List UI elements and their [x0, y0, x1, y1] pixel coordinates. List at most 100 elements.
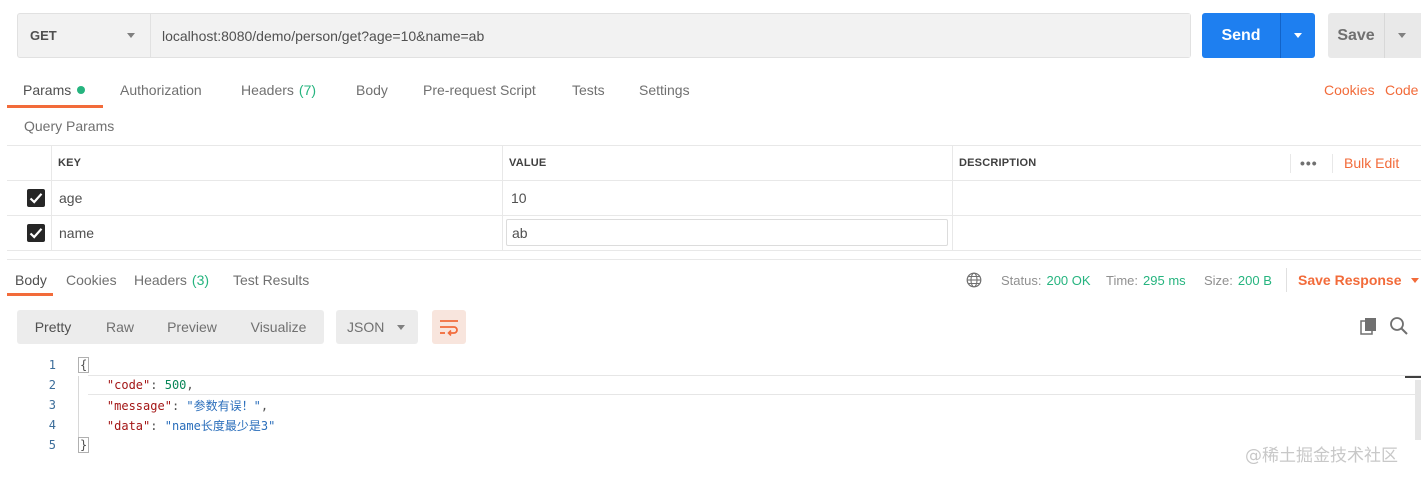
- request-tabs: Params Authorization Headers (7) Body Pr…: [0, 72, 1421, 108]
- save-button[interactable]: Save: [1328, 13, 1421, 58]
- line-number: 1: [48, 358, 56, 372]
- time-label: Time:: [1106, 272, 1139, 288]
- param-value[interactable]: 10: [511, 181, 527, 215]
- chevron-down-icon: [1410, 277, 1419, 283]
- time-value: 295 ms: [1143, 272, 1186, 288]
- chevron-down-icon: [397, 325, 405, 330]
- column-divider: [502, 146, 503, 180]
- column-divider: [51, 146, 52, 180]
- code-line: 4 "data": "name长度最少是3": [0, 415, 1421, 435]
- json-value-message: "参数有误！": [186, 398, 261, 413]
- tab-headers[interactable]: Headers (7): [241, 72, 316, 108]
- tab-pre-request-label: Pre-request Script: [423, 82, 536, 98]
- save-response-label: Save Response: [1298, 272, 1402, 288]
- status-divider: [1286, 268, 1287, 292]
- wrap-lines-button[interactable]: [432, 310, 466, 344]
- status-readout: Status: 200 OK: [1001, 264, 1091, 296]
- size-readout: Size: 200 B: [1204, 264, 1272, 296]
- json-value-code: 500: [164, 378, 187, 392]
- format-select[interactable]: JSON: [336, 310, 418, 344]
- tab-headers-count: (7): [298, 82, 317, 98]
- query-params-title: Query Params: [24, 118, 115, 134]
- tab-settings[interactable]: Settings: [639, 72, 690, 108]
- param-value-input[interactable]: ab: [506, 219, 948, 246]
- code-line: 3 "message": "参数有误！",: [0, 395, 1421, 415]
- response-tab-headers[interactable]: Headers (3): [134, 264, 209, 296]
- param-key[interactable]: name: [59, 216, 94, 250]
- cookies-link[interactable]: Cookies: [1324, 72, 1375, 108]
- format-label: JSON: [347, 319, 385, 335]
- send-button[interactable]: Send: [1202, 13, 1315, 58]
- tab-headers-label: Headers: [241, 82, 294, 98]
- column-divider: [952, 146, 953, 180]
- view-preview-button[interactable]: Preview: [151, 310, 233, 344]
- column-divider: [1332, 154, 1333, 173]
- json-key-message: "message": [106, 398, 172, 413]
- column-divider: [51, 216, 52, 250]
- save-response-button[interactable]: Save Response: [1298, 264, 1419, 296]
- table-row: name ab: [7, 215, 1421, 250]
- response-tab-body[interactable]: Body: [15, 264, 47, 296]
- save-label[interactable]: Save: [1328, 13, 1384, 58]
- copy-icon[interactable]: [1360, 317, 1378, 335]
- tab-authorization-label: Authorization: [120, 82, 202, 98]
- send-options-button[interactable]: [1280, 13, 1315, 58]
- globe-icon[interactable]: [966, 272, 982, 288]
- bulk-edit-link[interactable]: Bulk Edit: [1344, 146, 1399, 180]
- method-select[interactable]: GET: [18, 14, 151, 57]
- table-row: age 10: [7, 180, 1421, 215]
- tab-body-label: Body: [356, 82, 388, 98]
- description-column-header: DESCRIPTION: [959, 157, 1037, 169]
- check-icon: [29, 228, 43, 239]
- column-divider: [51, 181, 52, 215]
- code-line: 5 }: [0, 435, 1421, 455]
- send-label[interactable]: Send: [1202, 13, 1280, 58]
- save-options-button[interactable]: [1384, 13, 1421, 58]
- line-number: 4: [48, 418, 56, 432]
- response-divider: [7, 259, 1421, 260]
- line-number: 2: [48, 378, 56, 392]
- view-pretty-button[interactable]: Pretty: [17, 310, 89, 344]
- code-link[interactable]: Code: [1385, 72, 1418, 108]
- column-divider: [952, 216, 953, 250]
- view-visualize-button[interactable]: Visualize: [233, 310, 324, 344]
- column-divider: [952, 181, 953, 215]
- row-enabled-checkbox[interactable]: [27, 224, 45, 242]
- tab-tests[interactable]: Tests: [572, 72, 605, 108]
- tab-authorization[interactable]: Authorization: [120, 72, 202, 108]
- chevron-down-icon: [1398, 33, 1406, 38]
- open-brace: {: [78, 357, 90, 373]
- more-options-icon[interactable]: •••: [1300, 146, 1318, 180]
- search-icon[interactable]: [1389, 316, 1409, 336]
- value-column-header: VALUE: [509, 157, 547, 169]
- param-key[interactable]: age: [59, 181, 82, 215]
- tab-pre-request-script[interactable]: Pre-request Script: [423, 72, 536, 108]
- tab-body[interactable]: Body: [356, 72, 388, 108]
- json-key-code: "code": [106, 378, 151, 392]
- active-response-tab-indicator: [7, 293, 53, 296]
- response-tab-test-results[interactable]: Test Results: [233, 264, 309, 296]
- view-mode-group: Pretty Raw Preview Visualize: [17, 310, 324, 344]
- request-bar: GET localhost:8080/demo/person/get?age=1…: [17, 13, 1191, 58]
- tab-params[interactable]: Params: [23, 72, 86, 108]
- code-line: 2 "code": 500,: [0, 375, 1421, 395]
- size-value: 200 B: [1237, 272, 1272, 288]
- code-line: 1 {: [0, 355, 1421, 375]
- response-body-editor[interactable]: 1 { 2 "code": 500, 3 "message": "参数有误！",…: [0, 355, 1421, 465]
- column-divider: [502, 216, 503, 250]
- line-number: 5: [48, 438, 56, 452]
- tab-tests-label: Tests: [572, 82, 605, 98]
- size-label: Size:: [1204, 272, 1233, 288]
- url-input[interactable]: localhost:8080/demo/person/get?age=10&na…: [151, 14, 1190, 57]
- chevron-down-icon: [127, 33, 135, 38]
- tab-settings-label: Settings: [639, 82, 690, 98]
- wrap-lines-icon: [440, 320, 458, 336]
- check-icon: [29, 193, 43, 204]
- response-tab-headers-count: (3): [191, 272, 210, 288]
- key-column-header: KEY: [58, 157, 82, 169]
- row-enabled-checkbox[interactable]: [27, 189, 45, 207]
- json-key-data: "data": [106, 418, 151, 433]
- view-raw-button[interactable]: Raw: [89, 310, 151, 344]
- method-label: GET: [30, 28, 57, 43]
- response-tab-cookies[interactable]: Cookies: [66, 264, 117, 296]
